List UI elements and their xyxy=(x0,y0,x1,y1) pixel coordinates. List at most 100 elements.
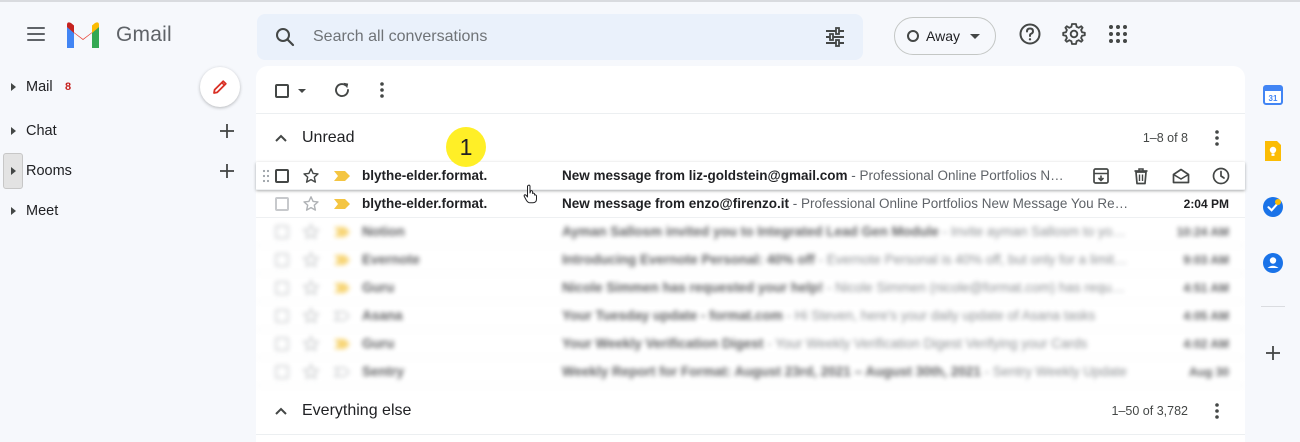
email-row[interactable]: Asana Your Tuesday update - format.com -… xyxy=(256,302,1245,330)
star-icon[interactable] xyxy=(302,223,320,241)
calendar-icon[interactable]: 31 xyxy=(1262,84,1284,106)
email-sender: Sentry xyxy=(362,364,405,379)
not-important-marker-icon[interactable] xyxy=(334,367,350,377)
email-row[interactable]: Notion Ayman Sallosm invited you to Inte… xyxy=(256,218,1245,246)
important-marker-icon[interactable] xyxy=(334,171,350,181)
nav-label-mail: Mail xyxy=(26,79,53,95)
email-sender: Notion xyxy=(362,224,405,239)
chevron-down-icon xyxy=(969,33,980,39)
snooze-icon[interactable] xyxy=(1211,166,1231,186)
select-dropdown-icon[interactable] xyxy=(298,89,306,93)
status-dropdown[interactable]: Away xyxy=(894,17,996,55)
star-icon[interactable] xyxy=(302,195,320,213)
caret-right-icon[interactable] xyxy=(11,127,16,135)
caret-right-icon[interactable] xyxy=(11,167,16,175)
email-preview: Your Weekly Verification Digest - Your W… xyxy=(562,336,1132,351)
email-preview: New message from liz-goldstein@gmail.com… xyxy=(562,168,1067,183)
nav-item-meet[interactable]: Meet xyxy=(0,191,250,231)
email-snippet: - Nicole Simmen (nicole@format.com) has … xyxy=(823,280,1132,295)
row-checkbox[interactable] xyxy=(275,309,289,323)
more-vert-icon[interactable] xyxy=(1207,401,1227,421)
contacts-icon[interactable] xyxy=(1262,252,1284,274)
help-icon[interactable] xyxy=(1018,22,1042,46)
nav-item-chat[interactable]: Chat xyxy=(0,111,250,151)
list-toolbar xyxy=(256,66,1245,114)
pencil-icon xyxy=(213,80,227,94)
email-subject: Nicole Simmen has requested your help! xyxy=(562,280,824,295)
tune-icon[interactable] xyxy=(823,25,847,49)
row-checkbox[interactable] xyxy=(275,253,289,267)
email-preview: Your Tuesday update - format.com - Hi St… xyxy=(562,308,1132,323)
search-bar[interactable] xyxy=(257,14,863,60)
trash-icon[interactable] xyxy=(1131,166,1151,186)
section-title-everything-else[interactable]: Everything else xyxy=(302,402,411,420)
email-time: 9:03 AM xyxy=(1183,253,1229,267)
caret-right-icon[interactable] xyxy=(11,83,16,91)
nav-label-meet: Meet xyxy=(26,203,59,219)
more-vert-icon[interactable] xyxy=(372,80,392,100)
more-vert-icon[interactable] xyxy=(1207,128,1227,148)
row-checkbox[interactable] xyxy=(275,365,289,379)
email-row[interactable]: Guru Nicole Simmen has requested your he… xyxy=(256,274,1245,302)
section-title-unread[interactable]: Unread xyxy=(302,129,354,147)
svg-text:31: 31 xyxy=(1269,94,1278,103)
row-checkbox[interactable] xyxy=(275,281,289,295)
chevron-up-icon[interactable] xyxy=(274,132,288,144)
email-subject: New message from liz-goldstein@gmail.com xyxy=(562,168,848,183)
email-row[interactable]: blythe-elder.format. New message from li… xyxy=(256,162,1245,190)
email-row[interactable]: Sentry Weekly Report for Format: August … xyxy=(256,358,1245,386)
important-marker-icon[interactable] xyxy=(334,255,350,265)
star-icon[interactable] xyxy=(302,363,320,381)
email-row[interactable]: Guru Your Weekly Verification Digest - Y… xyxy=(256,330,1245,358)
important-marker-icon[interactable] xyxy=(334,339,350,349)
archive-icon[interactable] xyxy=(1091,166,1111,186)
email-row[interactable]: blythe-elder.format. New message from en… xyxy=(256,190,1245,218)
email-row[interactable]: Evernote Introducing Evernote Personal: … xyxy=(256,246,1245,274)
gear-icon[interactable] xyxy=(1062,22,1086,46)
star-icon[interactable] xyxy=(302,307,320,325)
top-header: Gmail Away xyxy=(0,2,1300,66)
mark-as-read-icon[interactable] xyxy=(1171,166,1191,186)
star-icon[interactable] xyxy=(302,335,320,353)
plus-icon[interactable] xyxy=(1262,342,1284,364)
compose-button[interactable] xyxy=(200,67,240,107)
row-checkbox[interactable] xyxy=(275,225,289,239)
gmail-logo[interactable] xyxy=(64,21,102,49)
plus-icon[interactable] xyxy=(217,161,237,181)
drag-handle-icon[interactable] xyxy=(262,169,270,183)
star-icon[interactable] xyxy=(302,167,320,185)
plus-icon[interactable] xyxy=(217,121,237,141)
row-checkbox[interactable] xyxy=(275,197,289,211)
caret-right-icon[interactable] xyxy=(11,207,16,215)
nav-label-rooms: Rooms xyxy=(26,163,72,179)
important-marker-icon[interactable] xyxy=(334,227,350,237)
hand-pointer-cursor-icon xyxy=(523,184,537,204)
email-subject: Introducing Evernote Personal: 40% off xyxy=(562,252,815,267)
star-icon[interactable] xyxy=(302,279,320,297)
nav-item-rooms[interactable]: Rooms xyxy=(0,151,250,191)
divider xyxy=(1261,306,1285,307)
section-count-everything-else: 1–50 of 3,782 xyxy=(1111,404,1188,418)
important-marker-icon[interactable] xyxy=(334,283,350,293)
row-checkbox[interactable] xyxy=(275,169,289,183)
apps-grid-icon[interactable] xyxy=(1106,22,1130,46)
chevron-up-icon[interactable] xyxy=(274,405,288,417)
email-sender: blythe-elder.format. xyxy=(362,168,488,183)
email-time: 4:02 AM xyxy=(1183,337,1229,351)
refresh-icon[interactable] xyxy=(332,80,352,100)
not-important-marker-icon[interactable] xyxy=(334,311,350,321)
menu-icon[interactable] xyxy=(16,14,56,54)
email-subject: Ayman Sallosm invited you to Integrated … xyxy=(562,224,939,239)
search-icon[interactable] xyxy=(273,25,297,49)
star-icon[interactable] xyxy=(302,251,320,269)
email-sender: Guru xyxy=(362,336,395,351)
keep-icon[interactable] xyxy=(1262,140,1284,162)
email-time: 10:24 AM xyxy=(1176,225,1229,239)
select-all-checkbox[interactable] xyxy=(275,84,289,98)
tasks-icon[interactable] xyxy=(1262,196,1284,218)
row-checkbox[interactable] xyxy=(275,337,289,351)
status-indicator-icon xyxy=(907,30,919,42)
search-input[interactable] xyxy=(313,25,793,49)
email-preview: Introducing Evernote Personal: 40% off -… xyxy=(562,252,1132,267)
important-marker-icon[interactable] xyxy=(334,199,350,209)
